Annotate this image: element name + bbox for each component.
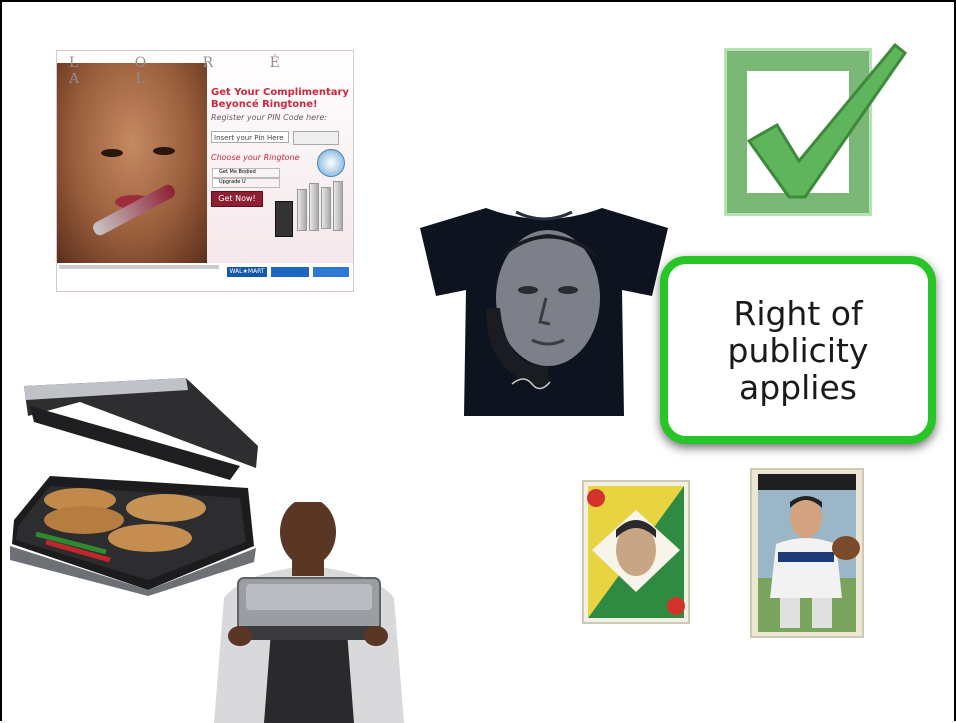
ad-brand-letters: L O R É A L (69, 55, 306, 87)
ad-subhead: Register your PIN Code here: (211, 113, 328, 122)
ad-product-1 (297, 189, 307, 231)
checkmark-icon (746, 42, 908, 199)
ad-pin-submit (293, 131, 339, 145)
ad-retailer-logo: WAL★MART (227, 267, 267, 277)
ad-badge-1 (271, 267, 309, 277)
ad-product-3 (321, 187, 331, 229)
man-holding-grill-image (214, 502, 404, 723)
baseball-card-2-image (750, 468, 864, 638)
callout-text: Right of publicity applies (727, 293, 869, 407)
elvis-tshirt-image (420, 208, 668, 416)
ad-option-1: Get Me Bodied (212, 168, 280, 178)
ad-badge-2 (313, 267, 349, 277)
ad-product-4 (333, 181, 343, 231)
ad-choose-label: Choose your Ringtone (211, 153, 300, 162)
ad-get-now-button: Get Now! (211, 191, 263, 207)
ad-headline: Get Your Complimentary Beyoncé Ringtone! (211, 87, 349, 110)
ad-option-2: Upgrade U (212, 178, 280, 188)
ad-fine-print (59, 265, 219, 269)
ad-eye-left (101, 149, 123, 157)
beyonce-ringtone-ad: L O R É A L Get Your Complimentary Beyon… (56, 50, 354, 292)
ad-eye-right (153, 147, 175, 155)
ad-seal-icon (317, 149, 345, 177)
baseball-card-1-image (582, 480, 690, 624)
checked-checkbox-icon (724, 42, 908, 216)
ad-hero: L O R É A L Get Your Complimentary Beyon… (57, 51, 353, 263)
right-of-publicity-callout: Right of publicity applies (660, 256, 936, 444)
ad-footer: WAL★MART (57, 263, 353, 291)
ad-pin-input: Insert your Pin Here (211, 131, 289, 143)
ad-product-2 (309, 183, 319, 231)
ad-phone-icon (275, 201, 293, 237)
ad-face-photo (57, 63, 207, 263)
slide: L O R É A L Get Your Complimentary Beyon… (0, 0, 956, 723)
